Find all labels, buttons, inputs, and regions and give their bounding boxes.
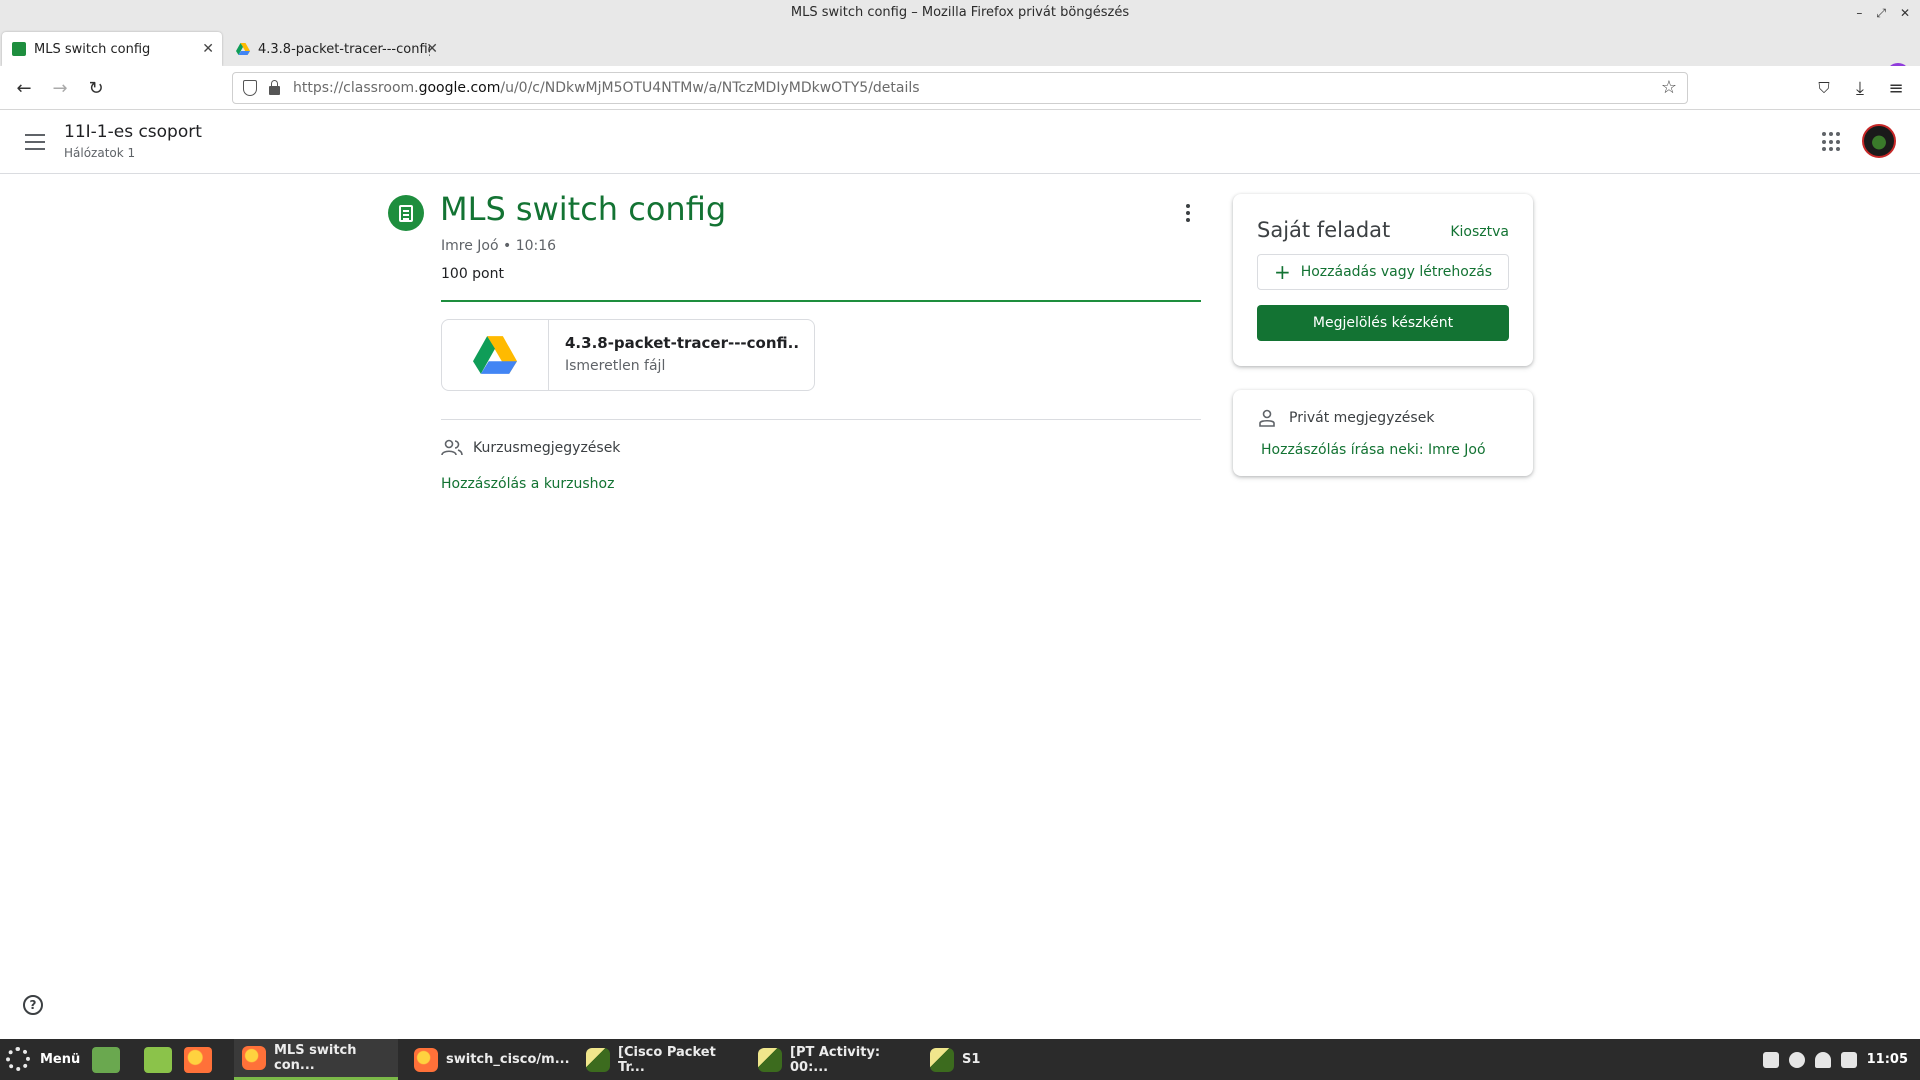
firefox-icon: [242, 1046, 266, 1070]
firefox-launcher-icon[interactable]: [184, 1047, 212, 1073]
taskbar-item-packet-tracer[interactable]: [Cisco Packet Tr...: [578, 1039, 742, 1080]
private-comments-title: Privát megjegyzések: [1289, 410, 1435, 426]
url-text[interactable]: https://classroom.google.com/u/0/c/NDkwM…: [293, 80, 920, 96]
tracking-protection-shield-icon[interactable]: [243, 80, 257, 96]
app-menu-icon[interactable]: ≡: [1884, 76, 1908, 100]
account-avatar[interactable]: [1862, 124, 1896, 158]
system-tray: 11:05: [1762, 1039, 1908, 1080]
navigation-toolbar: ← → ↻ https://classroom.google.com/u/0/c…: [0, 66, 1920, 110]
close-tab-icon[interactable]: ✕: [426, 41, 438, 57]
back-arrow-icon[interactable]: ←: [12, 76, 36, 100]
assignment-icon: [388, 195, 424, 231]
taskbar-item-file-manager[interactable]: switch_cisco/m...: [406, 1039, 570, 1080]
people-icon: [441, 439, 463, 456]
assignment-points: 100 pont: [441, 266, 504, 282]
window-title: MLS switch config – Mozilla Firefox priv…: [790, 5, 1130, 20]
plus-icon: +: [1273, 260, 1291, 284]
menu-gear-icon: [6, 1047, 30, 1071]
your-work-title: Saját feladat: [1257, 218, 1391, 242]
mark-as-done-button[interactable]: Megjelölés készként: [1257, 305, 1509, 341]
window-titlebar: MLS switch config – Mozilla Firefox priv…: [0, 0, 1920, 28]
drive-favicon-icon: [236, 43, 250, 55]
network-icon[interactable]: [1840, 1051, 1857, 1068]
attachment-type: Ismeretlen fájl: [565, 358, 666, 374]
add-or-create-label: Hozzáadás vagy létrehozás: [1300, 264, 1493, 280]
tab-packet-tracer-file[interactable]: 4.3.8-packet-tracer---configu ✕: [226, 32, 446, 66]
taskbar-item-pt-activity[interactable]: [PT Activity: 00:...: [750, 1039, 914, 1080]
packet-tracer-icon: [586, 1047, 610, 1072]
class-comments-label: Kurzusmegjegyzések: [473, 440, 621, 456]
eye-icon[interactable]: [1788, 1051, 1805, 1068]
pocket-icon[interactable]: ⛉: [1812, 76, 1836, 100]
add-private-comment-link[interactable]: Hozzászólás írása neki: Imre Joó: [1261, 442, 1486, 458]
classroom-header: 11I-1-es csoport Hálózatok 1: [0, 110, 1920, 174]
firefox-icon: [414, 1047, 438, 1072]
close-window-button[interactable]: ✕: [1900, 0, 1910, 26]
taskbar-item-label: [Cisco Packet Tr...: [618, 1044, 716, 1075]
window-controls: – ⤢ ✕: [1856, 0, 1910, 26]
user-icon[interactable]: [1814, 1051, 1831, 1068]
attachment-name[interactable]: 4.3.8-packet-tracer---confi...: [565, 334, 800, 352]
add-or-create-button[interactable]: + Hozzáadás vagy létrehozás: [1257, 254, 1509, 290]
clock[interactable]: 11:05: [1867, 1052, 1908, 1067]
bookmark-star-icon[interactable]: ☆: [1661, 77, 1677, 98]
assignment-author-time: Imre Joó • 10:16: [441, 238, 557, 254]
packet-tracer-icon: [930, 1047, 954, 1072]
address-bar[interactable]: https://classroom.google.com/u/0/c/NDkwM…: [232, 72, 1688, 104]
main-menu-icon[interactable]: [25, 134, 45, 150]
add-class-comment-link[interactable]: Hozzászólás a kurzushoz: [441, 476, 614, 492]
class-name[interactable]: 11I-1-es csoport: [64, 122, 202, 142]
google-drive-icon: [473, 336, 517, 374]
person-icon: [1259, 409, 1275, 427]
file-manager-launcher-icon[interactable]: [144, 1047, 172, 1073]
class-section: Hálózatok 1: [64, 146, 136, 160]
your-work-card: Saját feladat Kiosztva + Hozzáadás vagy …: [1233, 194, 1533, 366]
attachment-card[interactable]: 4.3.8-packet-tracer---confi... Ismeretle…: [441, 319, 815, 391]
assignment-status: Kiosztva: [1450, 224, 1509, 240]
tab-label: 4.3.8-packet-tracer---configu: [258, 41, 430, 57]
private-comments-card: Privát megjegyzések Hozzászólás írása ne…: [1233, 390, 1533, 476]
taskbar-item-label: MLS switch con...: [274, 1043, 357, 1073]
taskbar-item-s1[interactable]: S1: [922, 1039, 1002, 1080]
more-options-icon[interactable]: [1184, 204, 1192, 224]
close-tab-icon[interactable]: ✕: [202, 41, 214, 57]
taskbar-item-firefox[interactable]: MLS switch con...: [234, 1039, 398, 1080]
maximize-button[interactable]: ⤢: [1876, 0, 1886, 26]
terminal-launcher-icon[interactable]: [92, 1047, 120, 1073]
taskbar-item-label: S1: [962, 1052, 981, 1067]
classroom-favicon-icon: [12, 42, 26, 56]
taskbar: Menü MLS switch con... switch_cisco/m...…: [0, 1039, 1920, 1080]
clipboard-icon[interactable]: [1762, 1051, 1779, 1068]
start-menu-button[interactable]: Menü: [6, 1047, 80, 1071]
taskbar-item-label: [PT Activity: 00:...: [790, 1044, 881, 1075]
downloads-icon[interactable]: ⤓: [1848, 76, 1872, 100]
assignment-title: MLS switch config: [440, 190, 727, 228]
taskbar-item-label: switch_cisco/m...: [446, 1052, 570, 1067]
google-apps-icon[interactable]: [1822, 132, 1842, 152]
forward-arrow-icon[interactable]: →: [48, 76, 72, 100]
tab-strip: MLS switch config ✕ 4.3.8-packet-tracer-…: [0, 28, 1920, 87]
divider: [441, 300, 1201, 302]
tab-label: MLS switch config: [34, 41, 151, 57]
lock-icon[interactable]: [269, 80, 280, 95]
reload-icon[interactable]: ↻: [84, 76, 108, 100]
packet-tracer-icon: [758, 1047, 782, 1072]
minimize-button[interactable]: –: [1856, 0, 1862, 26]
tab-mls-switch-config[interactable]: MLS switch config ✕: [2, 32, 222, 66]
help-icon[interactable]: ?: [23, 995, 43, 1015]
divider: [441, 419, 1201, 420]
start-menu-label: Menü: [40, 1051, 81, 1067]
attachment-thumbnail: [442, 320, 549, 390]
